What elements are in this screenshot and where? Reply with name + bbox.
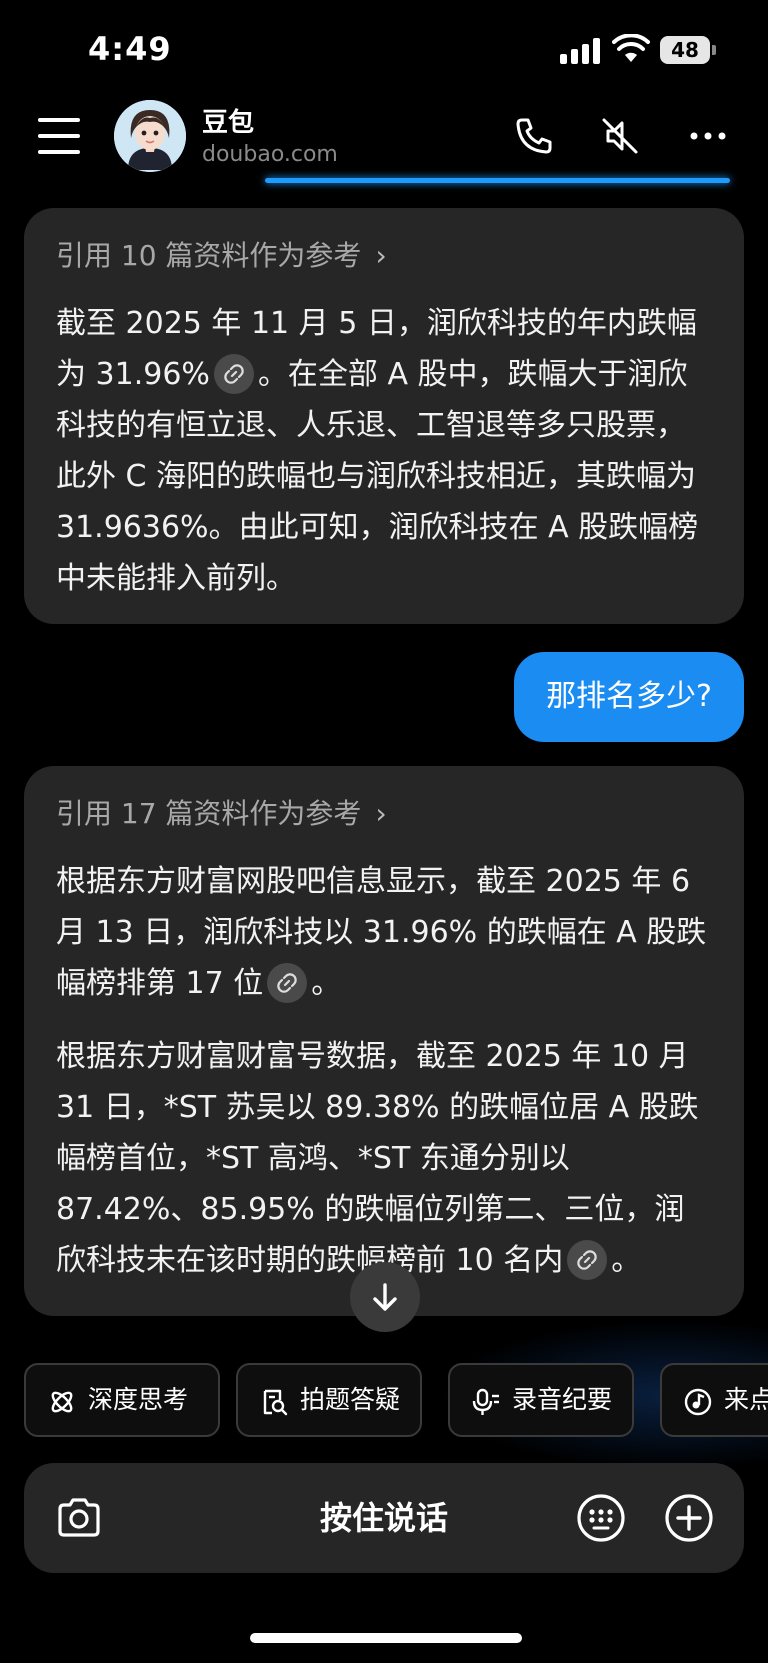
message-paragraph: 根据东方财富网股吧信息显示，截至 2025 年 6 月 13 日，润欣科技以 3…	[56, 856, 712, 1009]
keyboard-icon[interactable]	[576, 1493, 626, 1543]
user-message: 那排名多少?	[514, 652, 744, 742]
menu-icon[interactable]	[38, 118, 80, 154]
chip-deep-thinking[interactable]: 深度思考	[24, 1363, 220, 1437]
battery-icon: 48	[660, 36, 716, 64]
chip-label: 录音纪要	[512, 1385, 613, 1414]
status-time: 4:49	[88, 30, 172, 68]
message-text: 。在全部 A 股中，跌幅大于润欣科技的有恒立退、人乐退、工智退等多只股票，此外 …	[56, 357, 699, 596]
chip-music[interactable]: 来点	[660, 1363, 768, 1437]
chevron-right-icon: ›	[375, 797, 387, 830]
message-paragraph: 截至 2025 年 11 月 5 日，润欣科技的年内跌幅为 31.96% 。在全部…	[56, 298, 712, 604]
reference-link[interactable]: 引用 17 篇资料作为参考 ›	[56, 794, 712, 834]
battery-level: 48	[671, 38, 699, 62]
reference-link[interactable]: 引用 10 篇资料作为参考 ›	[56, 236, 712, 276]
hold-to-talk-button[interactable]: 按住说话	[24, 1463, 744, 1573]
microphone-icon	[472, 1388, 499, 1415]
document-search-icon	[263, 1389, 288, 1416]
chat-screen: 4:49 48 豆包 doubao.com 引用 10 篇资料作为参考 › 截至…	[0, 0, 768, 1663]
source-link-icon[interactable]	[567, 1240, 608, 1280]
phone-icon[interactable]	[512, 114, 556, 158]
reference-label: 引用 10 篇资料作为参考	[56, 239, 362, 272]
bot-domain: doubao.com	[202, 142, 338, 167]
cellular-signal-icon	[560, 38, 602, 64]
quick-actions: 深度思考 拍题答疑 录音纪要 来点	[24, 1363, 768, 1437]
home-indicator[interactable]	[250, 1633, 522, 1643]
message-text: 根据东方财富财富号数据，截至 2025 年 10 月 31 日，*ST 苏吴以 …	[56, 1039, 699, 1278]
atom-icon	[51, 1391, 73, 1413]
message-text: 。	[611, 1243, 642, 1278]
chip-label: 深度思考	[88, 1385, 189, 1414]
plus-icon[interactable]	[664, 1493, 714, 1543]
message-text: 。	[311, 966, 342, 1001]
bot-message: 引用 10 篇资料作为参考 › 截至 2025 年 11 月 5 日，润欣科技的年…	[24, 208, 744, 624]
message-paragraph: 根据东方财富财富号数据，截至 2025 年 10 月 31 日，*ST 苏吴以 …	[56, 1031, 712, 1286]
scroll-to-bottom-button[interactable]	[350, 1262, 420, 1332]
reference-label: 引用 17 篇资料作为参考	[56, 797, 362, 830]
bot-message: 引用 17 篇资料作为参考 › 根据东方财富网股吧信息显示，截至 2025 年 6…	[24, 766, 744, 1316]
chat-header: 豆包 doubao.com	[0, 100, 768, 182]
status-bar: 4:49 48	[0, 0, 768, 100]
chevron-right-icon: ›	[375, 239, 387, 272]
chip-photo-answer[interactable]: 拍题答疑	[236, 1363, 422, 1437]
chip-recording-notes[interactable]: 录音纪要	[448, 1363, 634, 1437]
mute-speaker-icon[interactable]	[598, 114, 642, 158]
bot-name: 豆包	[202, 108, 255, 138]
chip-label: 来点	[724, 1385, 768, 1414]
header-accent-line	[265, 178, 730, 183]
source-link-icon[interactable]	[213, 354, 254, 394]
message-text: 根据东方财富网股吧信息显示，截至 2025 年 6 月 13 日，润欣科技以 3…	[56, 864, 707, 1001]
wifi-icon	[612, 34, 650, 62]
more-icon[interactable]	[686, 114, 730, 158]
chip-label: 拍题答疑	[300, 1385, 401, 1414]
source-link-icon[interactable]	[267, 963, 308, 1003]
avatar[interactable]	[114, 100, 186, 172]
arrow-down-icon	[373, 1283, 397, 1311]
camera-icon[interactable]	[54, 1493, 104, 1543]
music-icon	[684, 1388, 712, 1416]
input-bar: 按住说话	[24, 1463, 744, 1573]
